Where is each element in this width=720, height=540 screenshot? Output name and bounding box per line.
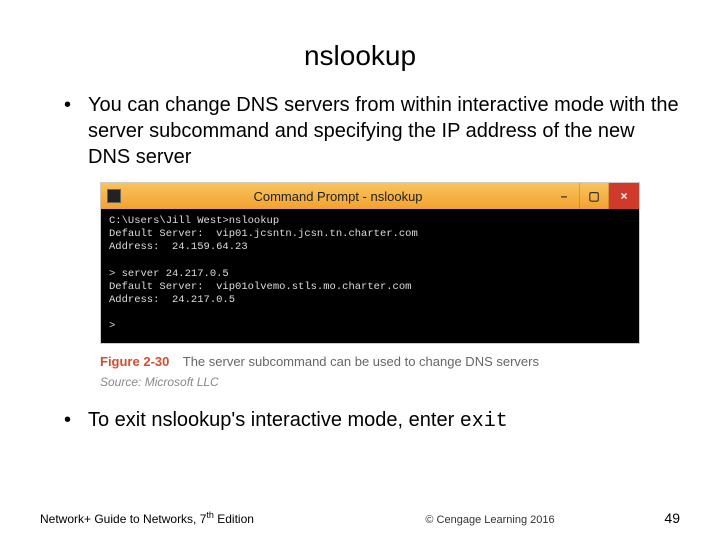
terminal-line: Address: 24.159.64.23 [109,241,248,253]
terminal-line: > server 24.217.0.5 [109,268,229,280]
command-prompt-window: Command Prompt - nslookup – ▢ × C:\Users… [100,182,640,344]
bullet-list-2: To exit nslookup's interactive mode, ent… [60,407,680,435]
close-button[interactable]: × [609,183,639,209]
figure-caption-row: Figure 2-30 The server subcommand can be… [100,354,680,369]
bullet-list: You can change DNS servers from within i… [60,92,680,170]
copyright: © Cengage Learning 2016 [340,514,640,526]
bullet-item: To exit nslookup's interactive mode, ent… [60,407,680,435]
bullet-item: You can change DNS servers from within i… [60,92,680,170]
book-title: Network+ Guide to Networks, 7th Edition [40,510,340,526]
figure-caption: The server subcommand can be used to cha… [183,354,539,369]
maximize-button[interactable]: ▢ [579,183,609,209]
slide-footer: Network+ Guide to Networks, 7th Edition … [40,510,680,526]
terminal-body: C:\Users\Jill West>nslookup Default Serv… [101,209,639,343]
figure-label: Figure 2-30 [100,354,169,369]
bullet-text: To exit nslookup's interactive mode, ent… [88,409,460,431]
window-controls: – ▢ × [549,183,639,209]
window-title: Command Prompt - nslookup [127,189,549,204]
figure-source: Source: Microsoft LLC [100,375,680,389]
book-title-prefix: Network+ Guide to Networks, 7 [40,512,206,526]
book-title-suffix: Edition [214,512,254,526]
edition-ordinal: th [206,510,214,520]
minimize-button[interactable]: – [549,183,579,209]
source-value: Microsoft LLC [145,375,219,389]
terminal-line: > [109,320,115,332]
exit-command: exit [460,410,508,433]
terminal-line: Default Server: vip01.jcsntn.jcsn.tn.cha… [109,228,418,240]
page-title: nslookup [40,40,680,72]
window-titlebar: Command Prompt - nslookup – ▢ × [101,183,639,209]
terminal-line: Default Server: vip01olvemo.stls.mo.char… [109,281,411,293]
source-prefix: Source: [100,375,141,389]
terminal-line: Address: 24.217.0.5 [109,294,235,306]
cmd-icon [107,189,121,203]
terminal-line: C:\Users\Jill West>nslookup [109,215,279,227]
page-number: 49 [640,510,680,526]
